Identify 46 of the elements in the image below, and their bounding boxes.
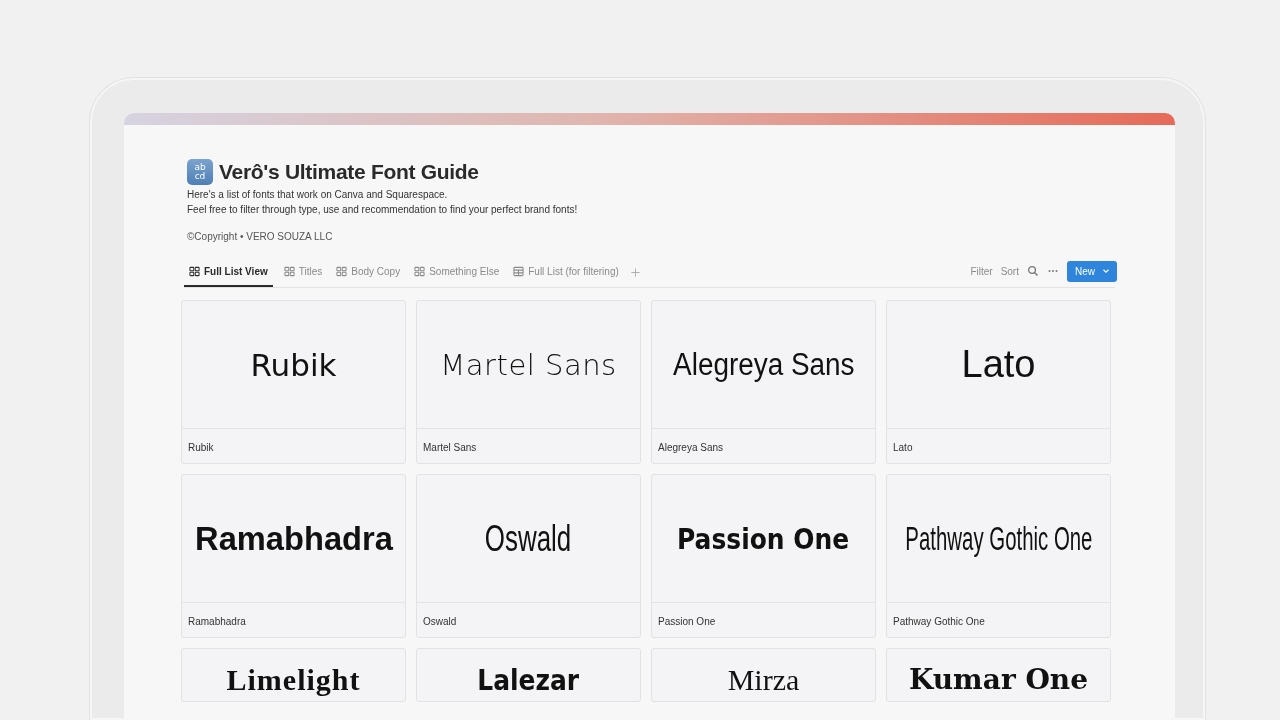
font-name: Lato <box>893 442 913 453</box>
grid-icon <box>336 266 348 277</box>
font-name: Rubik <box>188 442 214 453</box>
grid-icon <box>189 266 200 277</box>
font-preview-text: Ramabhadra <box>194 519 393 558</box>
font-preview-text: Rubik <box>250 346 337 383</box>
font-name: Oswald <box>423 616 457 627</box>
grid-icon <box>283 266 295 277</box>
page-title: Verô's Ultimate Font Guide <box>219 160 479 184</box>
font-card[interactable]: Martel Sans Martel Sans <box>416 300 641 464</box>
font-preview-text: Oswald <box>485 517 572 560</box>
font-name: Alegreya Sans <box>658 442 724 453</box>
grid-icon <box>414 266 426 277</box>
font-preview-text: Alegreya Sans <box>672 346 855 383</box>
copyright-text: ©Copyright • VERO SOUZA LLC <box>187 231 334 242</box>
add-icon <box>629 267 641 278</box>
search-icon <box>1027 265 1039 277</box>
font-name: Passion One <box>658 616 716 627</box>
font-card[interactable]: Alegreya Sans Alegreya Sans <box>651 300 876 464</box>
font-preview-text: Pathway Gothic One <box>904 519 1093 558</box>
font-card[interactable]: Limelight <box>181 648 406 702</box>
font-preview-text: Passion One <box>677 521 850 556</box>
view-tab[interactable]: Full List View <box>184 258 273 287</box>
font-card[interactable]: Mirza <box>651 648 876 702</box>
font-card[interactable]: Oswald Oswald <box>416 474 641 638</box>
font-card[interactable]: Rubik Rubik <box>181 300 406 464</box>
font-card[interactable]: Lato Lato <box>886 300 1111 464</box>
table-icon <box>513 266 525 277</box>
font-preview-text: Lalezar <box>477 663 580 697</box>
font-preview-text: Limelight <box>226 663 361 697</box>
font-name: Pathway Gothic One <box>893 616 985 627</box>
font-name: Martel Sans <box>423 442 477 453</box>
description-text: Feel free to filter through type, use and recommendation to find your perfect brand fonts! <box>187 204 579 215</box>
new-button[interactable]: New <box>1067 260 1117 282</box>
font-preview-text: Mirza <box>727 663 800 697</box>
font-card[interactable]: Pathway Gothic One Pathway Gothic One <box>886 474 1111 638</box>
font-card[interactable]: Lalezar <box>416 648 641 702</box>
font-preview-text: Martel Sans <box>440 347 617 382</box>
description-text: Here's a list of fonts that work on Canva and Squarespace. <box>187 189 449 200</box>
font-card[interactable]: Passion One Passion One <box>651 474 876 638</box>
font-name: Ramabhadra <box>188 616 246 627</box>
letters-icon: ab cd <box>187 159 213 185</box>
font-preview-text: Lato <box>961 343 1036 386</box>
font-preview-text: Kumar One <box>909 663 1088 696</box>
font-card[interactable]: Ramabhadra Ramabhadra <box>181 474 406 638</box>
font-card[interactable]: Kumar One <box>886 648 1111 702</box>
